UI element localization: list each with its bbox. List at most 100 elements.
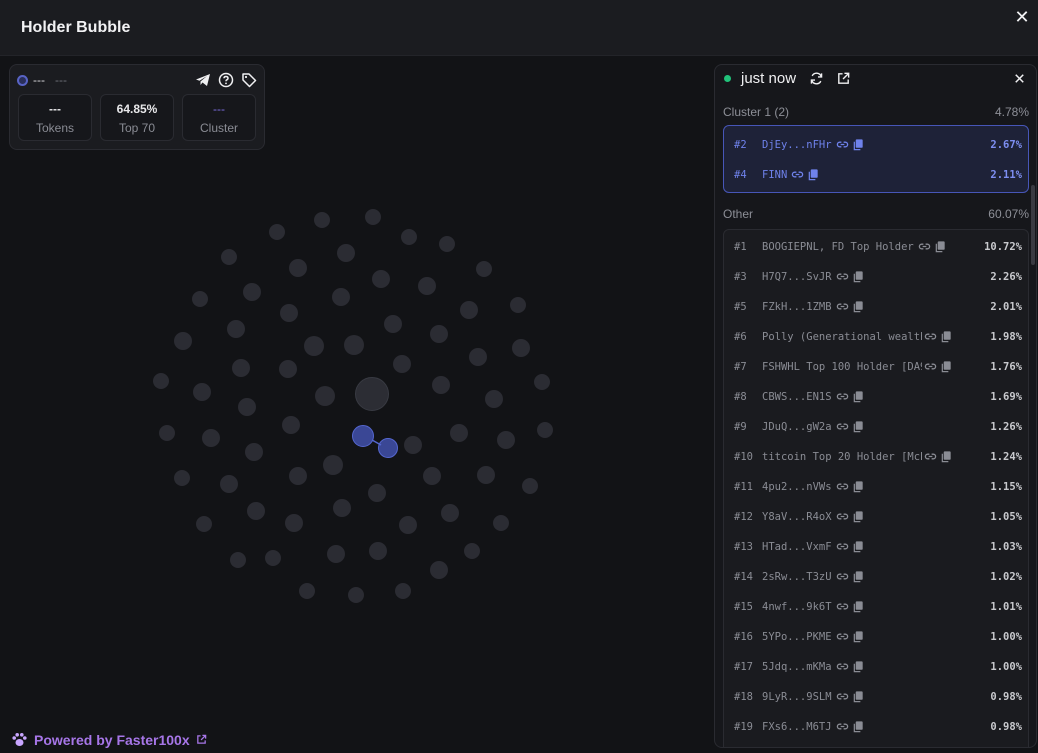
holder-row[interactable]: #3 H7Q7...SvJR 2.26% bbox=[734, 269, 1022, 285]
holder-bubble[interactable] bbox=[232, 359, 250, 377]
holder-bubble[interactable] bbox=[269, 224, 285, 240]
holder-row[interactable]: #5 FZkH...1ZMB 2.01% bbox=[734, 299, 1022, 315]
link-icon[interactable] bbox=[836, 510, 849, 523]
panel-scrollbar[interactable] bbox=[1031, 185, 1035, 265]
copy-icon[interactable] bbox=[852, 300, 865, 313]
external-link-icon[interactable] bbox=[836, 71, 851, 86]
close-icon[interactable]: ✕ bbox=[1013, 8, 1031, 26]
copy-icon[interactable] bbox=[852, 420, 865, 433]
holder-bubble[interactable] bbox=[477, 466, 495, 484]
holder-bubble[interactable] bbox=[393, 355, 411, 373]
link-icon[interactable] bbox=[924, 360, 937, 373]
holder-bubble[interactable] bbox=[399, 516, 417, 534]
holder-row[interactable]: #18 9LyR...9SLM 0.98% bbox=[734, 689, 1022, 705]
holder-row[interactable]: #10 titcoin Top 20 Holder [McEN… 1.24% bbox=[734, 449, 1022, 465]
copy-icon[interactable] bbox=[852, 510, 865, 523]
holder-bubble[interactable] bbox=[221, 249, 237, 265]
copy-icon[interactable] bbox=[807, 168, 820, 181]
holder-bubble[interactable] bbox=[282, 416, 300, 434]
holder-bubble[interactable] bbox=[280, 304, 298, 322]
holder-bubble[interactable] bbox=[332, 288, 350, 306]
holder-bubble[interactable] bbox=[174, 332, 192, 350]
holder-bubble[interactable] bbox=[265, 550, 281, 566]
link-icon[interactable] bbox=[924, 450, 937, 463]
holder-bubble[interactable] bbox=[512, 339, 530, 357]
holder-bubble[interactable] bbox=[485, 390, 503, 408]
holder-bubble[interactable] bbox=[196, 516, 212, 532]
holder-bubble[interactable] bbox=[372, 270, 390, 288]
holder-bubble[interactable] bbox=[315, 386, 335, 406]
bubble-map[interactable] bbox=[0, 150, 710, 720]
holder-bubble[interactable] bbox=[323, 455, 343, 475]
refresh-icon[interactable] bbox=[809, 71, 824, 86]
holder-bubble[interactable] bbox=[355, 377, 389, 411]
holder-bubble[interactable] bbox=[384, 315, 402, 333]
copy-icon[interactable] bbox=[940, 330, 953, 343]
holder-row[interactable]: #1 BOOGIEPNL, FD Top Holder 10.72% bbox=[734, 239, 1022, 255]
link-icon[interactable] bbox=[924, 330, 937, 343]
holder-bubble[interactable] bbox=[395, 583, 411, 599]
holder-bubble[interactable] bbox=[304, 336, 324, 356]
link-icon[interactable] bbox=[836, 600, 849, 613]
holder-row[interactable]: #2 DjEy...nFHr 2.67% bbox=[734, 137, 1022, 153]
holder-bubble[interactable] bbox=[493, 515, 509, 531]
holder-bubble[interactable] bbox=[423, 467, 441, 485]
holder-bubble[interactable] bbox=[337, 244, 355, 262]
holder-bubble[interactable] bbox=[247, 502, 265, 520]
holder-bubble[interactable] bbox=[537, 422, 553, 438]
holder-row[interactable]: #12 Y8aV...R4oX 1.05% bbox=[734, 509, 1022, 525]
copy-icon[interactable] bbox=[852, 720, 865, 733]
holder-bubble[interactable] bbox=[174, 470, 190, 486]
holder-bubble[interactable] bbox=[227, 320, 245, 338]
holder-bubble[interactable] bbox=[418, 277, 436, 295]
link-icon[interactable] bbox=[836, 720, 849, 733]
help-icon[interactable] bbox=[218, 72, 234, 88]
copy-icon[interactable] bbox=[940, 450, 953, 463]
link-icon[interactable] bbox=[836, 138, 849, 151]
holder-bubble[interactable] bbox=[220, 475, 238, 493]
holder-bubble[interactable] bbox=[327, 545, 345, 563]
link-icon[interactable] bbox=[836, 690, 849, 703]
holder-bubble[interactable] bbox=[299, 583, 315, 599]
holder-bubble[interactable] bbox=[230, 552, 246, 568]
holder-bubble[interactable] bbox=[432, 376, 450, 394]
holder-bubble[interactable] bbox=[439, 236, 455, 252]
telegram-icon[interactable] bbox=[195, 72, 211, 88]
holder-row[interactable]: #7 FSHWHL Top 100 Holder [DA94… 1.76% bbox=[734, 359, 1022, 375]
holder-bubble[interactable] bbox=[497, 431, 515, 449]
holder-bubble[interactable] bbox=[469, 348, 487, 366]
copy-icon[interactable] bbox=[852, 660, 865, 673]
holder-row[interactable]: #9 JDuQ...gW2a 1.26% bbox=[734, 419, 1022, 435]
holder-bubble[interactable] bbox=[510, 297, 526, 313]
copy-icon[interactable] bbox=[852, 390, 865, 403]
link-icon[interactable] bbox=[836, 570, 849, 583]
holder-row[interactable]: #16 5YPo...PKME 1.00% bbox=[734, 629, 1022, 645]
link-icon[interactable] bbox=[836, 540, 849, 553]
holder-bubble[interactable] bbox=[193, 383, 211, 401]
holder-bubble[interactable] bbox=[464, 543, 480, 559]
holder-row[interactable]: #14 2sRw...T3zU 1.02% bbox=[734, 569, 1022, 585]
copy-icon[interactable] bbox=[852, 138, 865, 151]
link-icon[interactable] bbox=[836, 390, 849, 403]
holder-bubble[interactable] bbox=[534, 374, 550, 390]
holder-bubble[interactable] bbox=[401, 229, 417, 245]
link-icon[interactable] bbox=[918, 240, 931, 253]
holder-bubble[interactable] bbox=[404, 436, 422, 454]
holder-bubble[interactable] bbox=[460, 301, 478, 319]
copy-icon[interactable] bbox=[852, 270, 865, 283]
holder-bubble[interactable] bbox=[192, 291, 208, 307]
holder-bubble[interactable] bbox=[202, 429, 220, 447]
holder-row[interactable]: #15 4nwf...9k6T 1.01% bbox=[734, 599, 1022, 615]
copy-icon[interactable] bbox=[852, 540, 865, 553]
holder-row[interactable]: #6 Polly (Generational wealth … 1.98% bbox=[734, 329, 1022, 345]
holder-bubble[interactable] bbox=[522, 478, 538, 494]
link-icon[interactable] bbox=[836, 630, 849, 643]
holder-bubble[interactable] bbox=[238, 398, 256, 416]
link-icon[interactable] bbox=[791, 168, 804, 181]
close-icon[interactable] bbox=[1012, 71, 1027, 86]
holder-bubble[interactable] bbox=[476, 261, 492, 277]
powered-by-link[interactable]: Powered by Faster100x bbox=[11, 731, 207, 748]
holder-row[interactable]: #8 CBWS...EN1S 1.69% bbox=[734, 389, 1022, 405]
holder-bubble[interactable] bbox=[153, 373, 169, 389]
holder-bubble[interactable] bbox=[333, 499, 351, 517]
